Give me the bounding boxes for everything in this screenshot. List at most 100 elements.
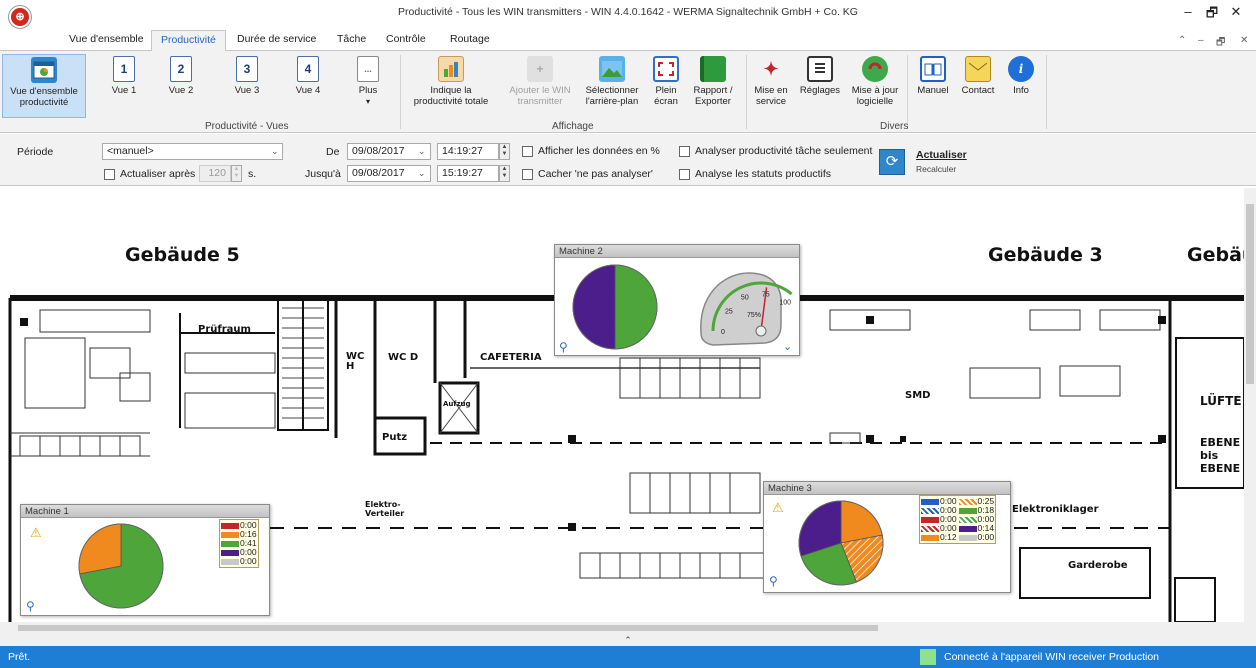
- analyser-tache-checkbox[interactable]: [679, 146, 690, 157]
- horizontal-scrollbar[interactable]: [0, 622, 1256, 634]
- vue-1-button[interactable]: 1 Vue 1: [104, 54, 144, 96]
- productivity-pie-chart[interactable]: [76, 521, 166, 611]
- de-time-spinner[interactable]: ▲ ▼: [499, 143, 510, 160]
- floorplan-view[interactable]: Gebäude 5 Gebäude 3 Gebäu Prüfraum WC H …: [0, 188, 1244, 622]
- gauge-tick-label: 100: [779, 300, 791, 307]
- vue-1-label: Vue 1: [111, 85, 137, 96]
- machine-widget[interactable]: Machine 2 025507510075% ⚲ ⌄: [554, 244, 800, 356]
- magnifier-icon[interactable]: ⚲: [769, 574, 778, 588]
- close-button[interactable]: ✕: [1226, 4, 1246, 20]
- collapse-panel-bar[interactable]: ⌃: [0, 634, 1256, 646]
- chevron-down-icon[interactable]: ⌄: [783, 340, 792, 353]
- pie-slice[interactable]: [614, 264, 658, 350]
- jusqua-time-spinner[interactable]: ▲ ▼: [499, 165, 510, 182]
- add-transmitter-icon: +: [527, 56, 553, 82]
- vertical-scroll-thumb[interactable]: [1246, 204, 1254, 384]
- tab-duree-service[interactable]: Durée de service: [237, 33, 316, 45]
- legend-swatch: [921, 498, 939, 505]
- plus-button[interactable]: ... Plus ▾: [348, 54, 388, 107]
- tab-tache[interactable]: Tâche: [337, 33, 366, 45]
- rapport-exporter-button[interactable]: Rapport / Exporter: [688, 54, 738, 107]
- ajouter-win-transmitter-button[interactable]: + Ajouter le WIN transmitter: [503, 54, 577, 107]
- room-label: Elektro-Verteiler: [365, 500, 405, 518]
- contact-button[interactable]: Contact: [956, 54, 1000, 96]
- jusqua-time-input[interactable]: 15:19:27: [437, 165, 499, 182]
- minimize-button[interactable]: –: [1178, 4, 1198, 19]
- collapse-ribbon-icon[interactable]: ⌃: [1178, 35, 1186, 46]
- reglages-button[interactable]: Réglages: [796, 54, 844, 96]
- chevron-down-icon[interactable]: ⌄: [271, 146, 279, 157]
- plus-caret-icon: ▾: [365, 97, 370, 106]
- legend-row: 0:12: [921, 533, 957, 542]
- legend-swatch: [958, 507, 977, 514]
- view-4-icon: 4: [297, 56, 319, 82]
- vue-2-button[interactable]: 2 Vue 2: [161, 54, 201, 96]
- building-label-right: Gebäude 3: [988, 244, 1103, 266]
- cacher-checkbox[interactable]: [522, 169, 533, 180]
- title-bar: ⊕ Productivité - Tous les WIN transmitte…: [0, 0, 1256, 30]
- connection-status: Connecté à l'appareil WIN receiver Produ…: [944, 651, 1160, 663]
- cacher-label: Cacher 'ne pas analyser': [538, 168, 653, 180]
- indique-productivite-totale-button[interactable]: Indique la productivité totale: [408, 54, 494, 107]
- legend-swatch: [958, 498, 977, 505]
- mise-en-service-button[interactable]: ✦ Mise en service: [750, 54, 792, 108]
- recalculer-link[interactable]: Recalculer: [916, 164, 956, 174]
- magnifier-icon[interactable]: ⚲: [26, 599, 35, 613]
- machine-legend: 0:00 0:00 0:00 0:00 0:12 0:25 0:18 0:00 0:14 0:0…: [919, 495, 997, 544]
- warning-icon[interactable]: ⚠: [30, 525, 42, 541]
- vue-3-button[interactable]: 3 Vue 3: [227, 54, 267, 96]
- actualiser-apres-input[interactable]: 120: [199, 165, 231, 182]
- info-icon: i: [1008, 56, 1034, 82]
- calendar-dropdown-icon[interactable]: ⌄: [418, 168, 426, 179]
- window-title: Productivité - Tous les WIN transmitters…: [398, 6, 858, 18]
- mise-a-jour-logicielle-button[interactable]: Mise à jour logicielle: [848, 54, 902, 107]
- analyse-statuts-checkbox[interactable]: [679, 169, 690, 180]
- info-button[interactable]: i Info: [1006, 54, 1036, 96]
- actualiser-apres-checkbox[interactable]: [104, 169, 115, 180]
- legend-swatch: [958, 516, 977, 523]
- tab-vue-ensemble[interactable]: Vue d'ensemble: [69, 33, 144, 45]
- plein-ecran-button[interactable]: Plein écran: [648, 54, 684, 107]
- tab-controle[interactable]: Contrôle: [386, 33, 426, 45]
- de-time-input[interactable]: 14:19:27: [437, 143, 499, 160]
- pie-slice[interactable]: [78, 523, 122, 575]
- machine-widget[interactable]: Machine 1 ⚠ 0:00 0:16 0:41 0:00 0:00 ⚲: [20, 504, 270, 616]
- machine-legend: 0:00 0:16 0:41 0:00 0:00: [219, 519, 259, 568]
- productivity-pie-chart[interactable]: [796, 498, 886, 588]
- selectionner-arriere-plan-button[interactable]: Sélectionner l'arrière-plan: [580, 54, 644, 107]
- productivity-pie-chart[interactable]: [570, 262, 660, 352]
- legend-swatch: [221, 522, 239, 529]
- manuel-button[interactable]: Manuel: [912, 54, 954, 96]
- warning-icon[interactable]: ⚠: [772, 500, 784, 516]
- periode-select[interactable]: <manuel>: [102, 143, 283, 160]
- gauge-tick-label: 50: [741, 295, 749, 302]
- analyser-tache-label: Analyser productivité tâche seulement: [695, 145, 873, 157]
- magnifier-icon[interactable]: ⚲: [559, 340, 568, 354]
- actualiser-apres-label: Actualiser après: [120, 168, 196, 180]
- horizontal-scroll-thumb[interactable]: [18, 625, 878, 631]
- ribbon-separator: [400, 55, 401, 129]
- restore-button[interactable]: 🗗: [1202, 4, 1222, 26]
- pie-slice[interactable]: [572, 264, 616, 350]
- afficher-pct-checkbox[interactable]: [522, 146, 533, 157]
- magic-wand-icon: ✦: [763, 58, 779, 79]
- calendar-dropdown-icon[interactable]: ⌄: [418, 146, 426, 157]
- affichage-label-6: l'arrière-plan: [585, 96, 639, 107]
- productivity-gauge[interactable]: 025507510075%: [693, 263, 793, 353]
- vertical-scrollbar[interactable]: [1244, 188, 1256, 622]
- room-label: Garderobe: [1068, 560, 1128, 571]
- room-label: WC H: [346, 351, 365, 372]
- tab-routage[interactable]: Routage: [450, 33, 490, 45]
- vue-4-button[interactable]: 4 Vue 4: [288, 54, 328, 96]
- building-label-far-right: Gebäu: [1187, 244, 1244, 266]
- machine-widget[interactable]: Machine 3 ⚠ 0:00 0:00 0:00 0:00 0:12 0:25 0:1…: [763, 481, 1011, 593]
- status-bar: Prêt. Connecté à l'appareil WIN receiver…: [0, 646, 1256, 668]
- affichage-label-2: productivité totale: [413, 96, 489, 107]
- refresh-icon[interactable]: ⟳: [879, 149, 905, 175]
- vue-ensemble-productivite-button[interactable]: Vue d'ensemble productivité: [2, 54, 86, 118]
- mdi-close-icon[interactable]: ✕: [1240, 35, 1248, 46]
- actualiser-apres-spinner[interactable]: ▲ ▼: [231, 165, 242, 182]
- tab-productivite[interactable]: Productivité: [151, 30, 226, 51]
- actualiser-button[interactable]: Actualiser: [916, 149, 967, 161]
- mdi-minimize-icon[interactable]: –: [1198, 35, 1204, 46]
